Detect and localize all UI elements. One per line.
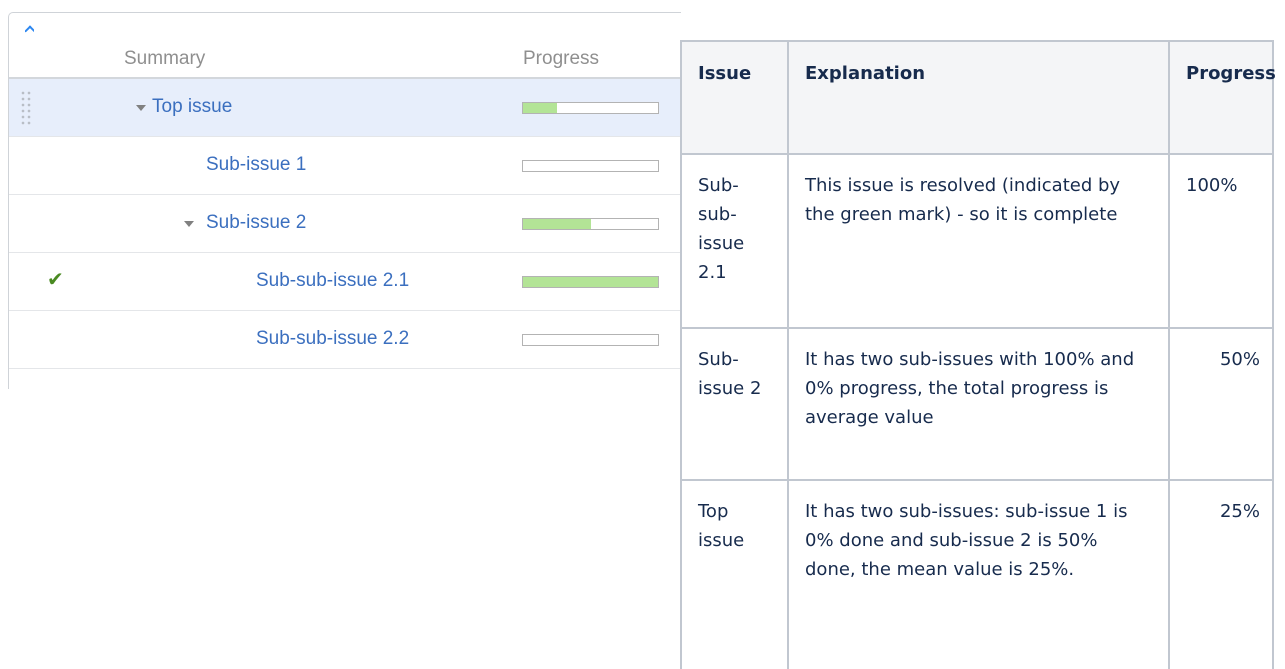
issue-link[interactable]: Sub-issue 2 xyxy=(206,211,306,235)
issue-link[interactable]: Sub-sub-issue 2.1 xyxy=(256,269,409,293)
caret-down-icon[interactable] xyxy=(136,105,146,111)
progress-cell: 25% xyxy=(1168,479,1274,669)
table-row: Top issue It has two sub-issues: sub-iss… xyxy=(680,479,1274,669)
structure-grid: Summary Progress Top issue Sub-issue 1 S… xyxy=(8,12,681,389)
progress-bar xyxy=(522,276,659,288)
issue-cell: Sub-sub-issue 2.1 xyxy=(680,153,789,329)
issue-link[interactable]: Sub-issue 1 xyxy=(206,153,306,177)
checkmark-icon: ✔ xyxy=(47,269,64,291)
explanation-cell: It has two sub-issues with 100% and 0% p… xyxy=(787,327,1170,481)
progress-fill xyxy=(523,219,591,229)
table-row: Sub-sub-issue 2.1 This issue is resolved… xyxy=(680,153,1274,329)
progress-bar xyxy=(522,334,659,346)
summary-column-header[interactable]: Summary xyxy=(124,48,205,70)
chevron-up-icon[interactable] xyxy=(25,25,34,34)
progress-fill xyxy=(523,103,557,113)
progress-column-header[interactable]: Progress xyxy=(523,48,599,70)
progress-bar xyxy=(522,218,659,230)
issue-link[interactable]: Top issue xyxy=(152,95,232,119)
table-header-row: Issue Explanation Progress xyxy=(680,40,1276,155)
grid-row-sub-issue-1[interactable]: Sub-issue 1 xyxy=(9,137,681,195)
explanation-cell: This issue is resolved (indicated by the… xyxy=(787,153,1170,329)
progress-bar xyxy=(522,160,659,172)
issue-cell: Top issue xyxy=(680,479,789,669)
caret-down-icon[interactable] xyxy=(184,221,194,227)
issue-column-header: Issue xyxy=(680,40,789,155)
grid-row-sub-sub-issue-2-1[interactable]: ✔ Sub-sub-issue 2.1 xyxy=(9,253,681,311)
issue-cell: Sub-issue 2 xyxy=(680,327,789,481)
progress-bar xyxy=(522,102,659,114)
progress-cell: 100% xyxy=(1168,153,1274,329)
grid-row-sub-issue-2[interactable]: Sub-issue 2 xyxy=(9,195,681,253)
explanation-cell: It has two sub-issues: sub-issue 1 is 0%… xyxy=(787,479,1170,669)
issue-link[interactable]: Sub-sub-issue 2.2 xyxy=(256,327,409,351)
grid-header: Summary Progress xyxy=(9,13,681,79)
drag-handle-icon[interactable] xyxy=(20,90,32,126)
progress-column-header: Progress xyxy=(1168,40,1276,155)
progress-fill xyxy=(523,277,658,287)
explanation-column-header: Explanation xyxy=(787,40,1170,155)
table-row: Sub-issue 2 It has two sub-issues with 1… xyxy=(680,327,1274,481)
explanation-table: Issue Explanation Progress Sub-sub-issue… xyxy=(680,40,1276,669)
grid-row-top-issue[interactable]: Top issue xyxy=(9,79,681,137)
progress-cell: 50% xyxy=(1168,327,1274,481)
grid-row-sub-sub-issue-2-2[interactable]: Sub-sub-issue 2.2 xyxy=(9,311,681,369)
